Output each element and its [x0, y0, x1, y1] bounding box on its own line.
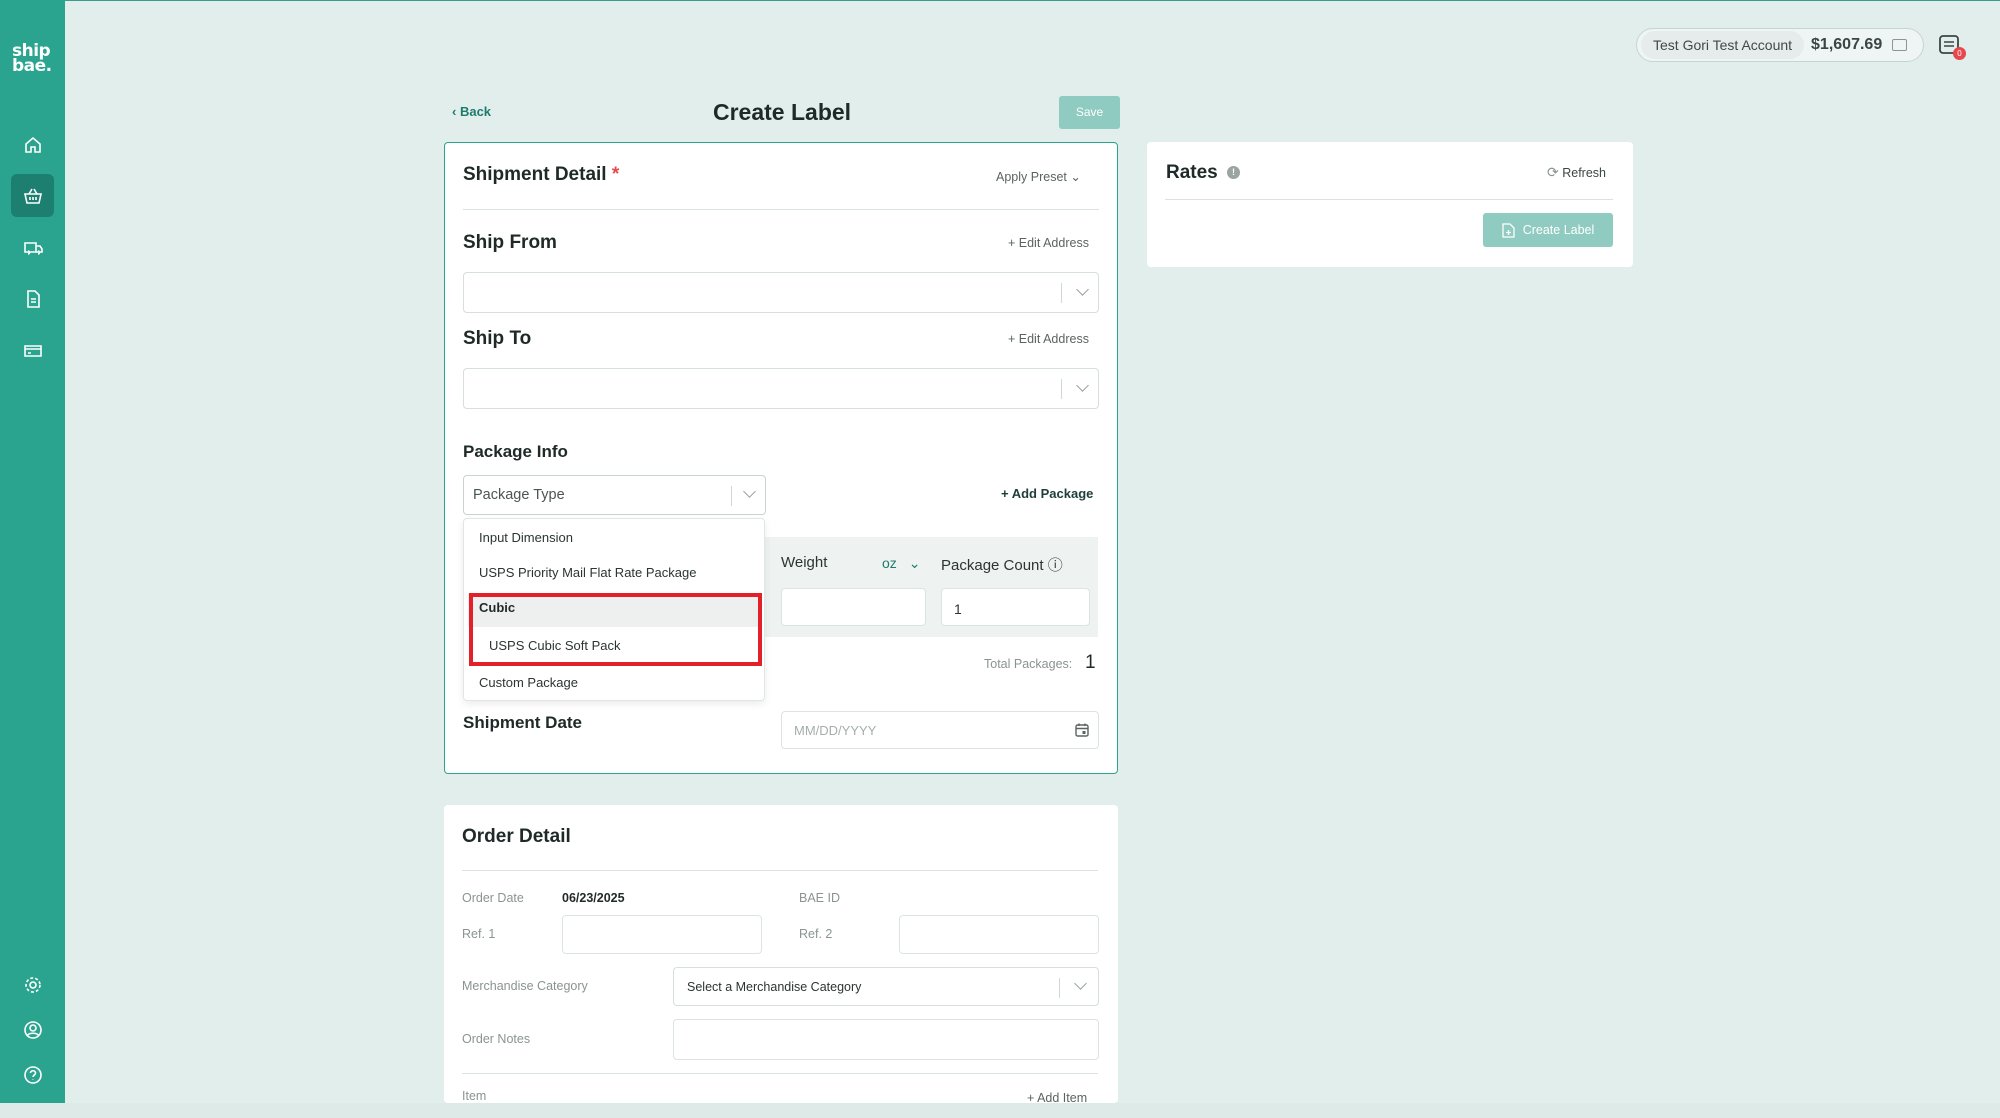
back-button[interactable]: ‹ Back [452, 104, 491, 119]
shipment-detail-title: Shipment Detail * [463, 164, 620, 185]
save-button[interactable]: Save [1059, 96, 1120, 129]
order-date-label: Order Date [462, 891, 524, 905]
option-input-dimension[interactable]: Input Dimension [479, 530, 573, 545]
info-icon[interactable]: ! [1227, 166, 1241, 180]
weight-input[interactable] [781, 588, 926, 626]
ref2-label: Ref. 2 [799, 927, 833, 941]
merchandise-category-select[interactable]: Select a Merchandise Category [673, 967, 1099, 1006]
package-type-select[interactable]: Package Type [463, 475, 766, 515]
basket-icon[interactable] [11, 174, 54, 217]
highlight-box [469, 593, 762, 666]
chevron-down-icon [1074, 977, 1087, 990]
rates-title: Rates ! [1166, 162, 1241, 184]
page-title: Create Label [713, 99, 852, 125]
option-custom-package[interactable]: Custom Package [479, 675, 578, 690]
order-notes-textarea[interactable] [673, 1019, 1099, 1060]
ship-from-select[interactable] [463, 272, 1099, 313]
account-balance: $1,607.69 [1811, 36, 1883, 53]
select-separator [1061, 379, 1062, 399]
date-placeholder: MM/DD/YYYY [794, 723, 877, 738]
notification-badge: 0 [1953, 47, 1966, 60]
merchandise-placeholder: Select a Merchandise Category [687, 980, 862, 994]
calendar-icon[interactable] [1074, 722, 1090, 738]
rates-card: Rates ! ⟳ Refresh Create Label [1147, 142, 1633, 267]
wallet-icon[interactable] [1892, 39, 1908, 51]
ref2-input[interactable] [899, 915, 1099, 954]
package-count-input[interactable]: 1 [941, 588, 1090, 626]
shipment-date-label: Shipment Date [463, 713, 583, 732]
divider [1165, 199, 1613, 200]
order-date-value: 06/23/2025 [562, 891, 625, 905]
ship-to-select[interactable] [463, 368, 1099, 409]
help-icon[interactable] [11, 1053, 54, 1096]
refresh-button[interactable]: ⟳ Refresh [1547, 164, 1606, 181]
chevron-down-icon: ⌄ [908, 555, 921, 571]
select-separator [731, 486, 732, 506]
gear-icon[interactable] [11, 963, 54, 1006]
package-count-label: Package Count ⓘ [941, 557, 1063, 574]
item-label: Item [462, 1089, 487, 1103]
order-detail-card: Order Detail Order Date 06/23/2025 BAE I… [444, 805, 1118, 1105]
sidebar: ship bae. [0, 0, 65, 1103]
add-package-button[interactable]: + Add Package [1001, 486, 1093, 501]
account-balance-pill[interactable]: Test Gori Test Account $1,607.69 [1636, 28, 1924, 62]
account-icon[interactable] [11, 1008, 54, 1051]
ship-to-edit-address[interactable]: + Edit Address [1008, 332, 1089, 346]
info-icon[interactable]: ⓘ [1048, 557, 1063, 574]
package-type-placeholder: Package Type [473, 487, 565, 503]
chevron-down-icon [1076, 283, 1089, 296]
create-label-button[interactable]: Create Label [1483, 213, 1613, 247]
refresh-icon: ⟳ [1547, 164, 1559, 180]
weight-unit-select[interactable]: oz ⌄ [882, 555, 920, 572]
bottom-strip [0, 1103, 2000, 1118]
total-packages-value: 1 [1085, 652, 1096, 673]
select-separator [1061, 283, 1062, 303]
document-icon[interactable] [11, 277, 54, 320]
divider [463, 209, 1099, 210]
shipment-date-input[interactable]: MM/DD/YYYY [781, 711, 1099, 749]
chevron-down-icon [1076, 379, 1089, 392]
package-count-value: 1 [954, 601, 962, 617]
merchandise-category-label: Merchandise Category [462, 979, 588, 993]
order-detail-title: Order Detail [462, 826, 571, 847]
apply-preset-button[interactable]: Apply Preset ⌄ [996, 169, 1081, 184]
home-icon[interactable] [11, 123, 54, 166]
truck-icon[interactable] [11, 226, 54, 269]
select-separator [1059, 978, 1060, 998]
option-usps-priority-flat-rate[interactable]: USPS Priority Mail Flat Rate Package [479, 565, 696, 580]
add-item-button[interactable]: + Add Item [1027, 1091, 1087, 1105]
account-name[interactable]: Test Gori Test Account [1641, 31, 1805, 59]
top-border [0, 0, 2000, 1]
divider [462, 870, 1098, 871]
chevron-down-icon: ⌄ [1070, 170, 1081, 184]
ref1-label: Ref. 1 [462, 927, 496, 941]
package-info-label: Package Info [463, 442, 568, 461]
shipbae-logo[interactable]: ship bae. [12, 43, 52, 75]
chevron-down-icon [743, 485, 756, 498]
order-notes-label: Order Notes [462, 1032, 531, 1046]
ship-to-label: Ship To [463, 328, 532, 349]
card-icon[interactable] [11, 329, 54, 372]
bae-id-label: BAE ID [799, 891, 840, 905]
ship-from-label: Ship From [463, 232, 557, 253]
document-add-icon [1502, 222, 1515, 238]
weight-label: Weight [781, 554, 828, 571]
total-packages-label: Total Packages: [984, 657, 1073, 671]
ship-from-edit-address[interactable]: + Edit Address [1008, 236, 1089, 250]
ref1-input[interactable] [562, 915, 762, 954]
divider [462, 1073, 1098, 1074]
